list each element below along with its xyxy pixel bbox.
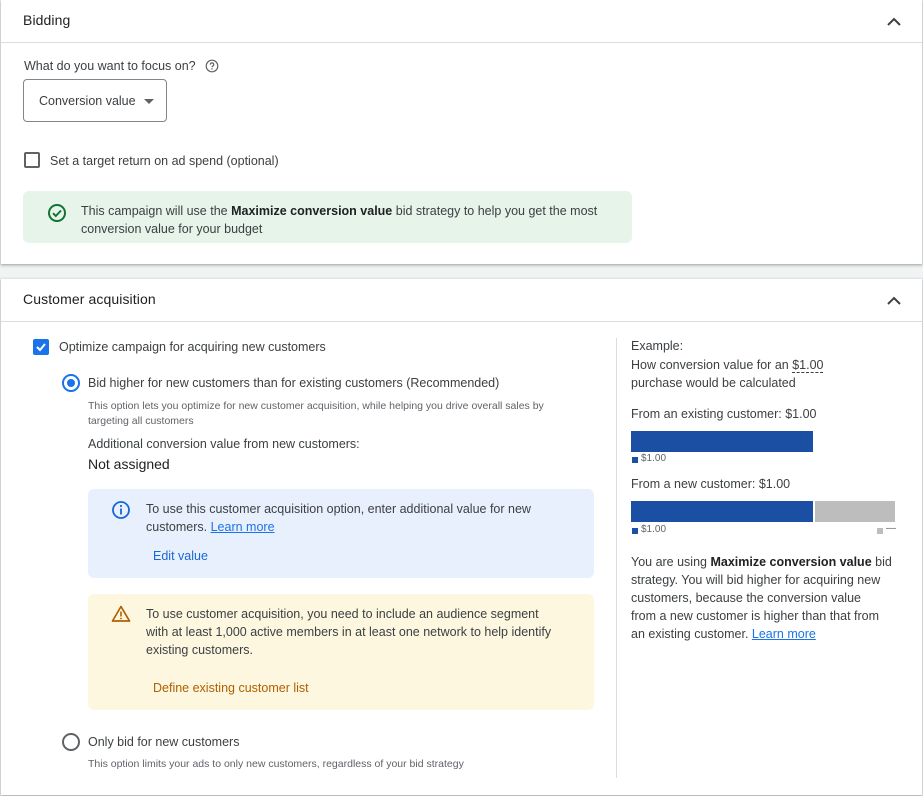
additional-legend-value: — (886, 523, 896, 534)
example-line2: purchase would be calculated (631, 376, 796, 390)
existing-legend-value: $1.00 (641, 453, 667, 464)
example-amount[interactable]: $1.00 (792, 358, 824, 373)
new-legend-swatch (632, 528, 638, 534)
explain-prefix: You are using (631, 555, 711, 569)
bidding-title: Bidding (23, 12, 71, 28)
info-notice-text: To use this customer acquisition option,… (146, 500, 586, 536)
target-roas-checkbox[interactable] (24, 152, 40, 168)
bid-higher-radio[interactable] (62, 374, 80, 392)
notice-prefix: This campaign will use the (81, 204, 232, 218)
check-circle-icon (47, 203, 67, 228)
explain-learn-more-link[interactable]: Learn more (752, 627, 816, 641)
warning-notice: To use customer acquisition, you need to… (88, 594, 594, 710)
optimize-checkbox[interactable] (33, 339, 49, 355)
chevron-up-icon (887, 17, 901, 26)
dropdown-arrow-icon (144, 99, 154, 104)
vertical-divider (616, 338, 617, 778)
notice-suffix: bid strategy to help you get the most (392, 204, 598, 218)
warning-icon (111, 604, 131, 629)
bid-higher-label[interactable]: Bid higher for new customers than for ex… (88, 376, 499, 390)
explain-line2: strategy. You will bid higher for acquir… (631, 573, 881, 587)
existing-base-bar (631, 431, 813, 452)
additional-value-label: Additional conversion value from new cus… (88, 437, 360, 451)
focus-dropdown[interactable]: Conversion value (23, 79, 167, 122)
new-legend-value: $1.00 (641, 524, 667, 535)
optimize-label[interactable]: Optimize campaign for acquiring new cust… (59, 340, 326, 354)
warning-line1: To use customer acquisition, you need to… (146, 607, 539, 621)
edit-value-button[interactable]: Edit value (153, 549, 208, 563)
new-base-bar (631, 501, 813, 522)
bid-higher-desc-line1: This option lets you optimize for new cu… (88, 400, 544, 412)
help-icon[interactable] (205, 59, 219, 76)
example-explanation: You are using Maximize conversion value … (631, 553, 906, 643)
new-additional-bar (815, 501, 895, 522)
explain-line5: an existing customer. (631, 627, 752, 641)
info-learn-more-link[interactable]: Learn more (211, 520, 275, 534)
only-new-radio[interactable] (62, 733, 80, 751)
warning-line3: existing customers. (146, 643, 253, 657)
bidding-card: Bidding What do you want to focus on? Co… (1, 0, 922, 264)
info-notice: To use this customer acquisition option,… (88, 489, 594, 578)
example-heading: Example: (631, 339, 684, 353)
focus-question-text: What do you want to focus on? (24, 59, 196, 73)
existing-legend-swatch (632, 457, 638, 463)
acquisition-header[interactable]: Customer acquisition (1, 279, 922, 322)
explain-line3: customers, because the conversion value (631, 591, 861, 605)
strategy-notice-text: This campaign will use the Maximize conv… (81, 202, 621, 238)
example-line1-prefix: How conversion value for an (631, 358, 793, 372)
info-line2: customers. (146, 520, 211, 534)
info-line1: To use this customer acquisition option,… (146, 502, 531, 516)
only-new-description: This option limits your ads to only new … (88, 758, 464, 770)
notice-strategy: Maximize conversion value (231, 204, 393, 218)
acquisition-title: Customer acquisition (23, 291, 156, 307)
target-roas-label[interactable]: Set a target return on ad spend (optiona… (50, 154, 279, 168)
bid-higher-desc-line2: targeting all customers (88, 415, 194, 427)
notice-line2: conversion value for your budget (81, 222, 263, 236)
chevron-up-icon (887, 296, 901, 305)
collapse-bidding-button[interactable] (884, 12, 904, 32)
explain-suffix: bid (871, 555, 892, 569)
bid-higher-description: This option lets you optimize for new cu… (88, 399, 598, 429)
only-new-label[interactable]: Only bid for new customers (88, 735, 239, 749)
explain-line4: from a new customer is higher than that … (631, 609, 880, 623)
collapse-acquisition-button[interactable] (884, 291, 904, 311)
focus-question: What do you want to focus on? (24, 59, 219, 76)
define-customer-list-button[interactable]: Define existing customer list (153, 681, 309, 695)
additional-legend-swatch (877, 528, 883, 534)
bidding-header[interactable]: Bidding (1, 0, 922, 43)
existing-customer-label: From an existing customer: $1.00 (631, 407, 817, 421)
warning-notice-text: To use customer acquisition, you need to… (146, 605, 586, 659)
additional-value: Not assigned (88, 456, 170, 472)
acquisition-card: Customer acquisition Optimize campaign f… (1, 279, 922, 795)
example-description: How conversion value for an $1.00 purcha… (631, 356, 901, 392)
info-icon (111, 500, 131, 525)
explain-strategy: Maximize conversion value (710, 555, 872, 569)
new-customer-label: From a new customer: $1.00 (631, 477, 791, 491)
example-panel: Example: How conversion value for an $1.… (631, 339, 901, 641)
warning-line2: with at least 1,000 active members in at… (146, 625, 552, 639)
checkmark-icon (36, 343, 46, 352)
strategy-notice: This campaign will use the Maximize conv… (23, 191, 632, 243)
focus-dropdown-value: Conversion value (39, 94, 136, 108)
